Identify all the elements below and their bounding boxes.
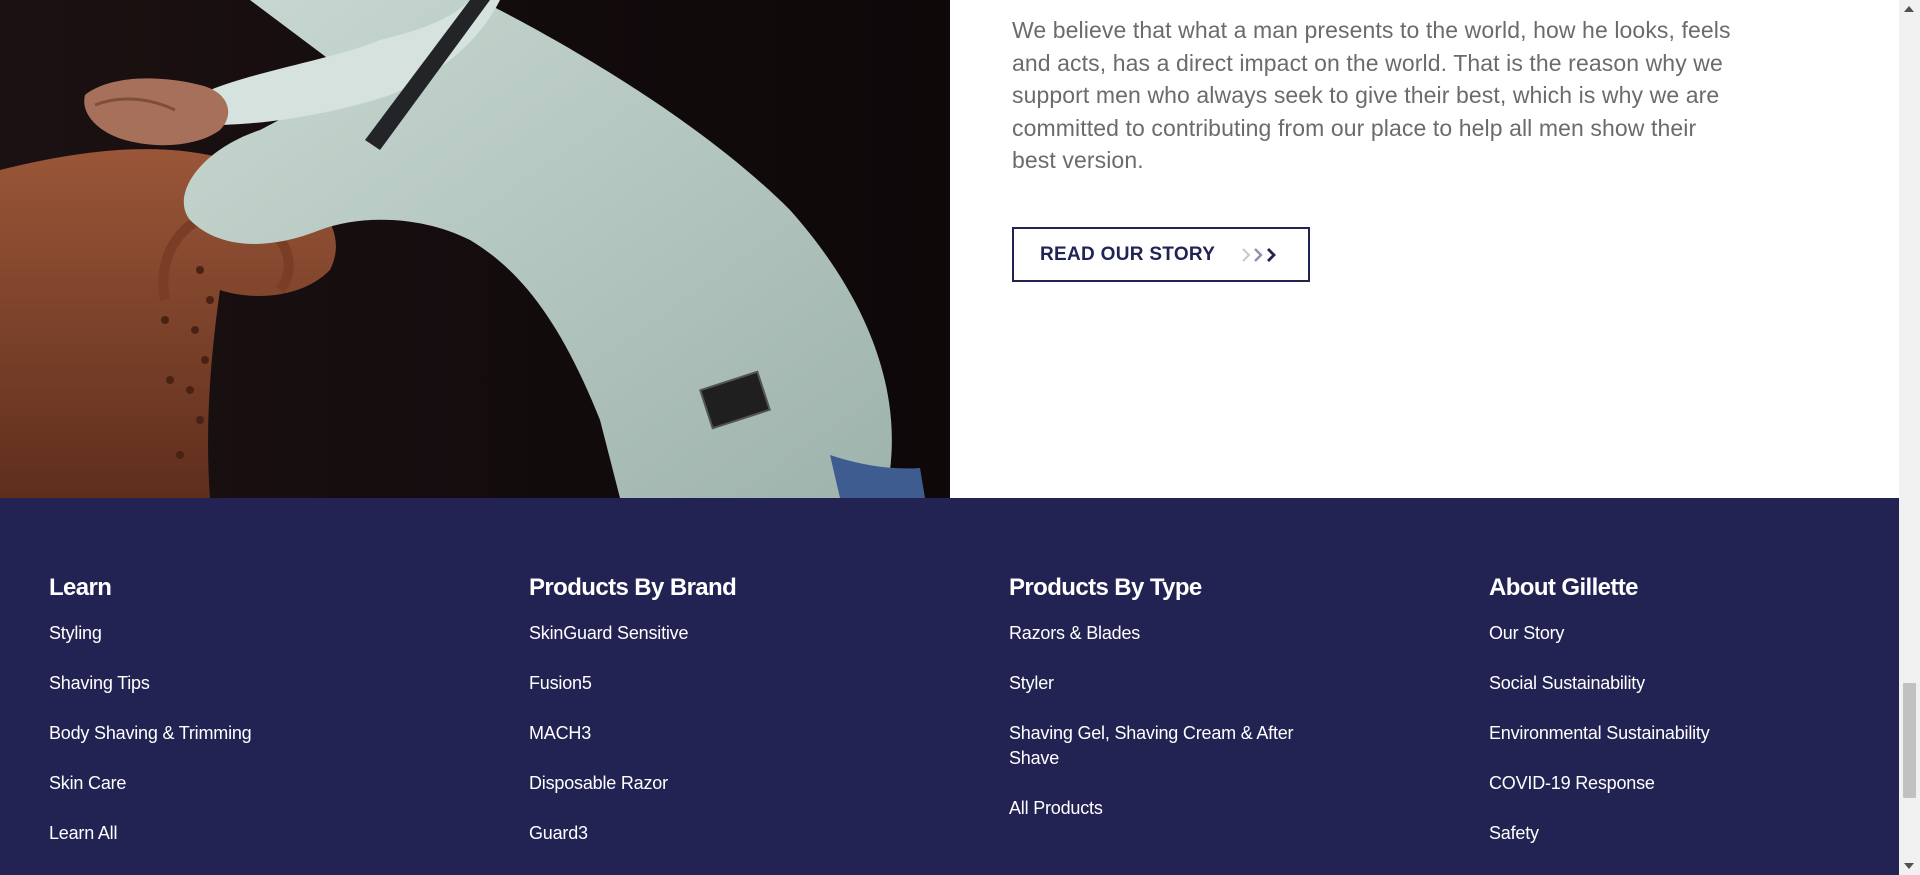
site-footer: Learn Styling Shaving Tips Body Shaving … — [0, 498, 1899, 875]
footer-column-products-by-type: Products By Type Razors & Blades Styler … — [1009, 574, 1369, 846]
man-in-sweater-photo — [0, 0, 950, 498]
footer-link[interactable]: Environmental Sustainability — [1489, 721, 1849, 746]
footer-link[interactable]: Razors & Blades — [1009, 621, 1369, 646]
footer-heading: Products By Brand — [529, 574, 737, 601]
brand-story-section: We believe that what a man presents to t… — [0, 0, 1899, 498]
footer-link[interactable]: Safety — [1489, 821, 1849, 846]
footer-link-list: Styling Shaving Tips Body Shaving & Trim… — [49, 621, 409, 846]
read-our-story-button[interactable]: READ OUR STORY — [1012, 227, 1310, 282]
story-paragraph: We believe that what a man presents to t… — [1012, 17, 1731, 173]
footer-link[interactable]: All Products — [1009, 796, 1369, 821]
footer-link[interactable]: Guard3 — [529, 821, 889, 846]
footer-link[interactable]: Shaving Tips — [49, 671, 409, 696]
footer-link[interactable]: Fusion5 — [529, 671, 889, 696]
footer-link[interactable]: Learn All — [49, 821, 409, 846]
triple-chevron-right-icon — [1242, 248, 1276, 262]
footer-link[interactable]: MACH3 — [529, 721, 889, 746]
footer-link[interactable]: Body Shaving & Trimming — [49, 721, 409, 746]
footer-link[interactable]: Skin Care — [49, 771, 409, 796]
footer-link[interactable]: COVID-19 Response — [1489, 771, 1849, 796]
footer-link-list: SkinGuard Sensitive Fusion5 MACH3 Dispos… — [529, 621, 889, 846]
scroll-up-arrow-icon[interactable] — [1904, 6, 1914, 12]
scroll-down-arrow-icon[interactable] — [1904, 863, 1914, 869]
footer-link-list: Our Story Social Sustainability Environm… — [1489, 621, 1849, 846]
footer-heading: About Gillette — [1489, 574, 1639, 601]
footer-link[interactable]: Social Sustainability — [1489, 671, 1849, 696]
footer-link[interactable]: SkinGuard Sensitive — [529, 621, 889, 646]
vertical-scrollbar[interactable] — [1899, 0, 1920, 875]
story-text-block: We believe that what a man presents to t… — [1012, 14, 1732, 177]
footer-link-list: Razors & Blades Styler Shaving Gel, Shav… — [1009, 621, 1369, 821]
footer-link[interactable]: Our Story — [1489, 621, 1849, 646]
footer-link[interactable]: Styling — [49, 621, 409, 646]
footer-heading: Learn — [49, 574, 112, 601]
read-our-story-label: READ OUR STORY — [1040, 243, 1216, 265]
page: We believe that what a man presents to t… — [0, 0, 1920, 875]
footer-link[interactable]: Styler — [1009, 671, 1369, 696]
footer-link[interactable]: Disposable Razor — [529, 771, 889, 796]
scrollbar-thumb[interactable] — [1903, 683, 1916, 798]
footer-column-learn: Learn Styling Shaving Tips Body Shaving … — [49, 574, 409, 871]
footer-column-products-by-brand: Products By Brand SkinGuard Sensitive Fu… — [529, 574, 889, 871]
footer-heading: Products By Type — [1009, 574, 1202, 601]
footer-column-about-gillette: About Gillette Our Story Social Sustaina… — [1489, 574, 1849, 871]
footer-link[interactable]: Shaving Gel, Shaving Cream & After Shave — [1009, 721, 1309, 771]
